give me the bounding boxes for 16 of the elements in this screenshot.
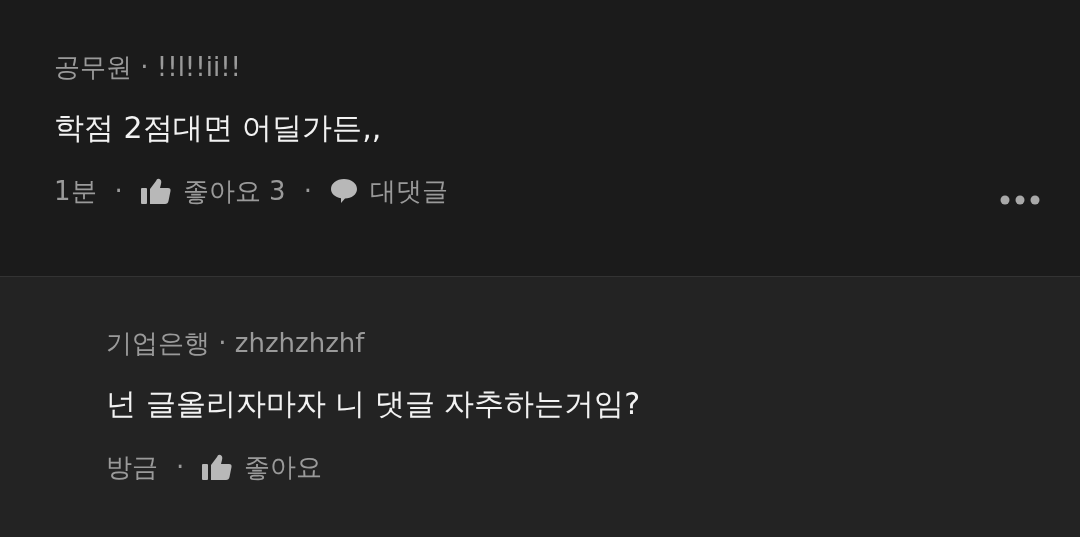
separator-dot: · [114,175,123,208]
comment-time: 방금 [106,451,158,484]
comment-time: 1분 [54,175,97,208]
comment-author: 기업은행 · zhzhzhzhf [106,327,366,360]
separator-dot: · [303,175,312,208]
like-button[interactable]: 좋아요 [202,448,323,486]
like-button[interactable]: 좋아요 3 [140,172,286,210]
thumbs-up-icon [140,178,171,204]
speech-bubble-icon [329,178,358,204]
comment-author: 공무원 · !!l!!ii!! [54,51,242,84]
reply-button[interactable]: 대댓글 [329,172,448,210]
comment-text: 넌 글올리자마자 니 댓글 자추하는거임? [106,385,642,423]
more-icon [1000,195,1040,205]
separator-dot: · [176,451,185,484]
comment-text: 학점 2점대면 어딜가든,, [54,109,383,147]
thumbs-up-icon [202,454,233,480]
